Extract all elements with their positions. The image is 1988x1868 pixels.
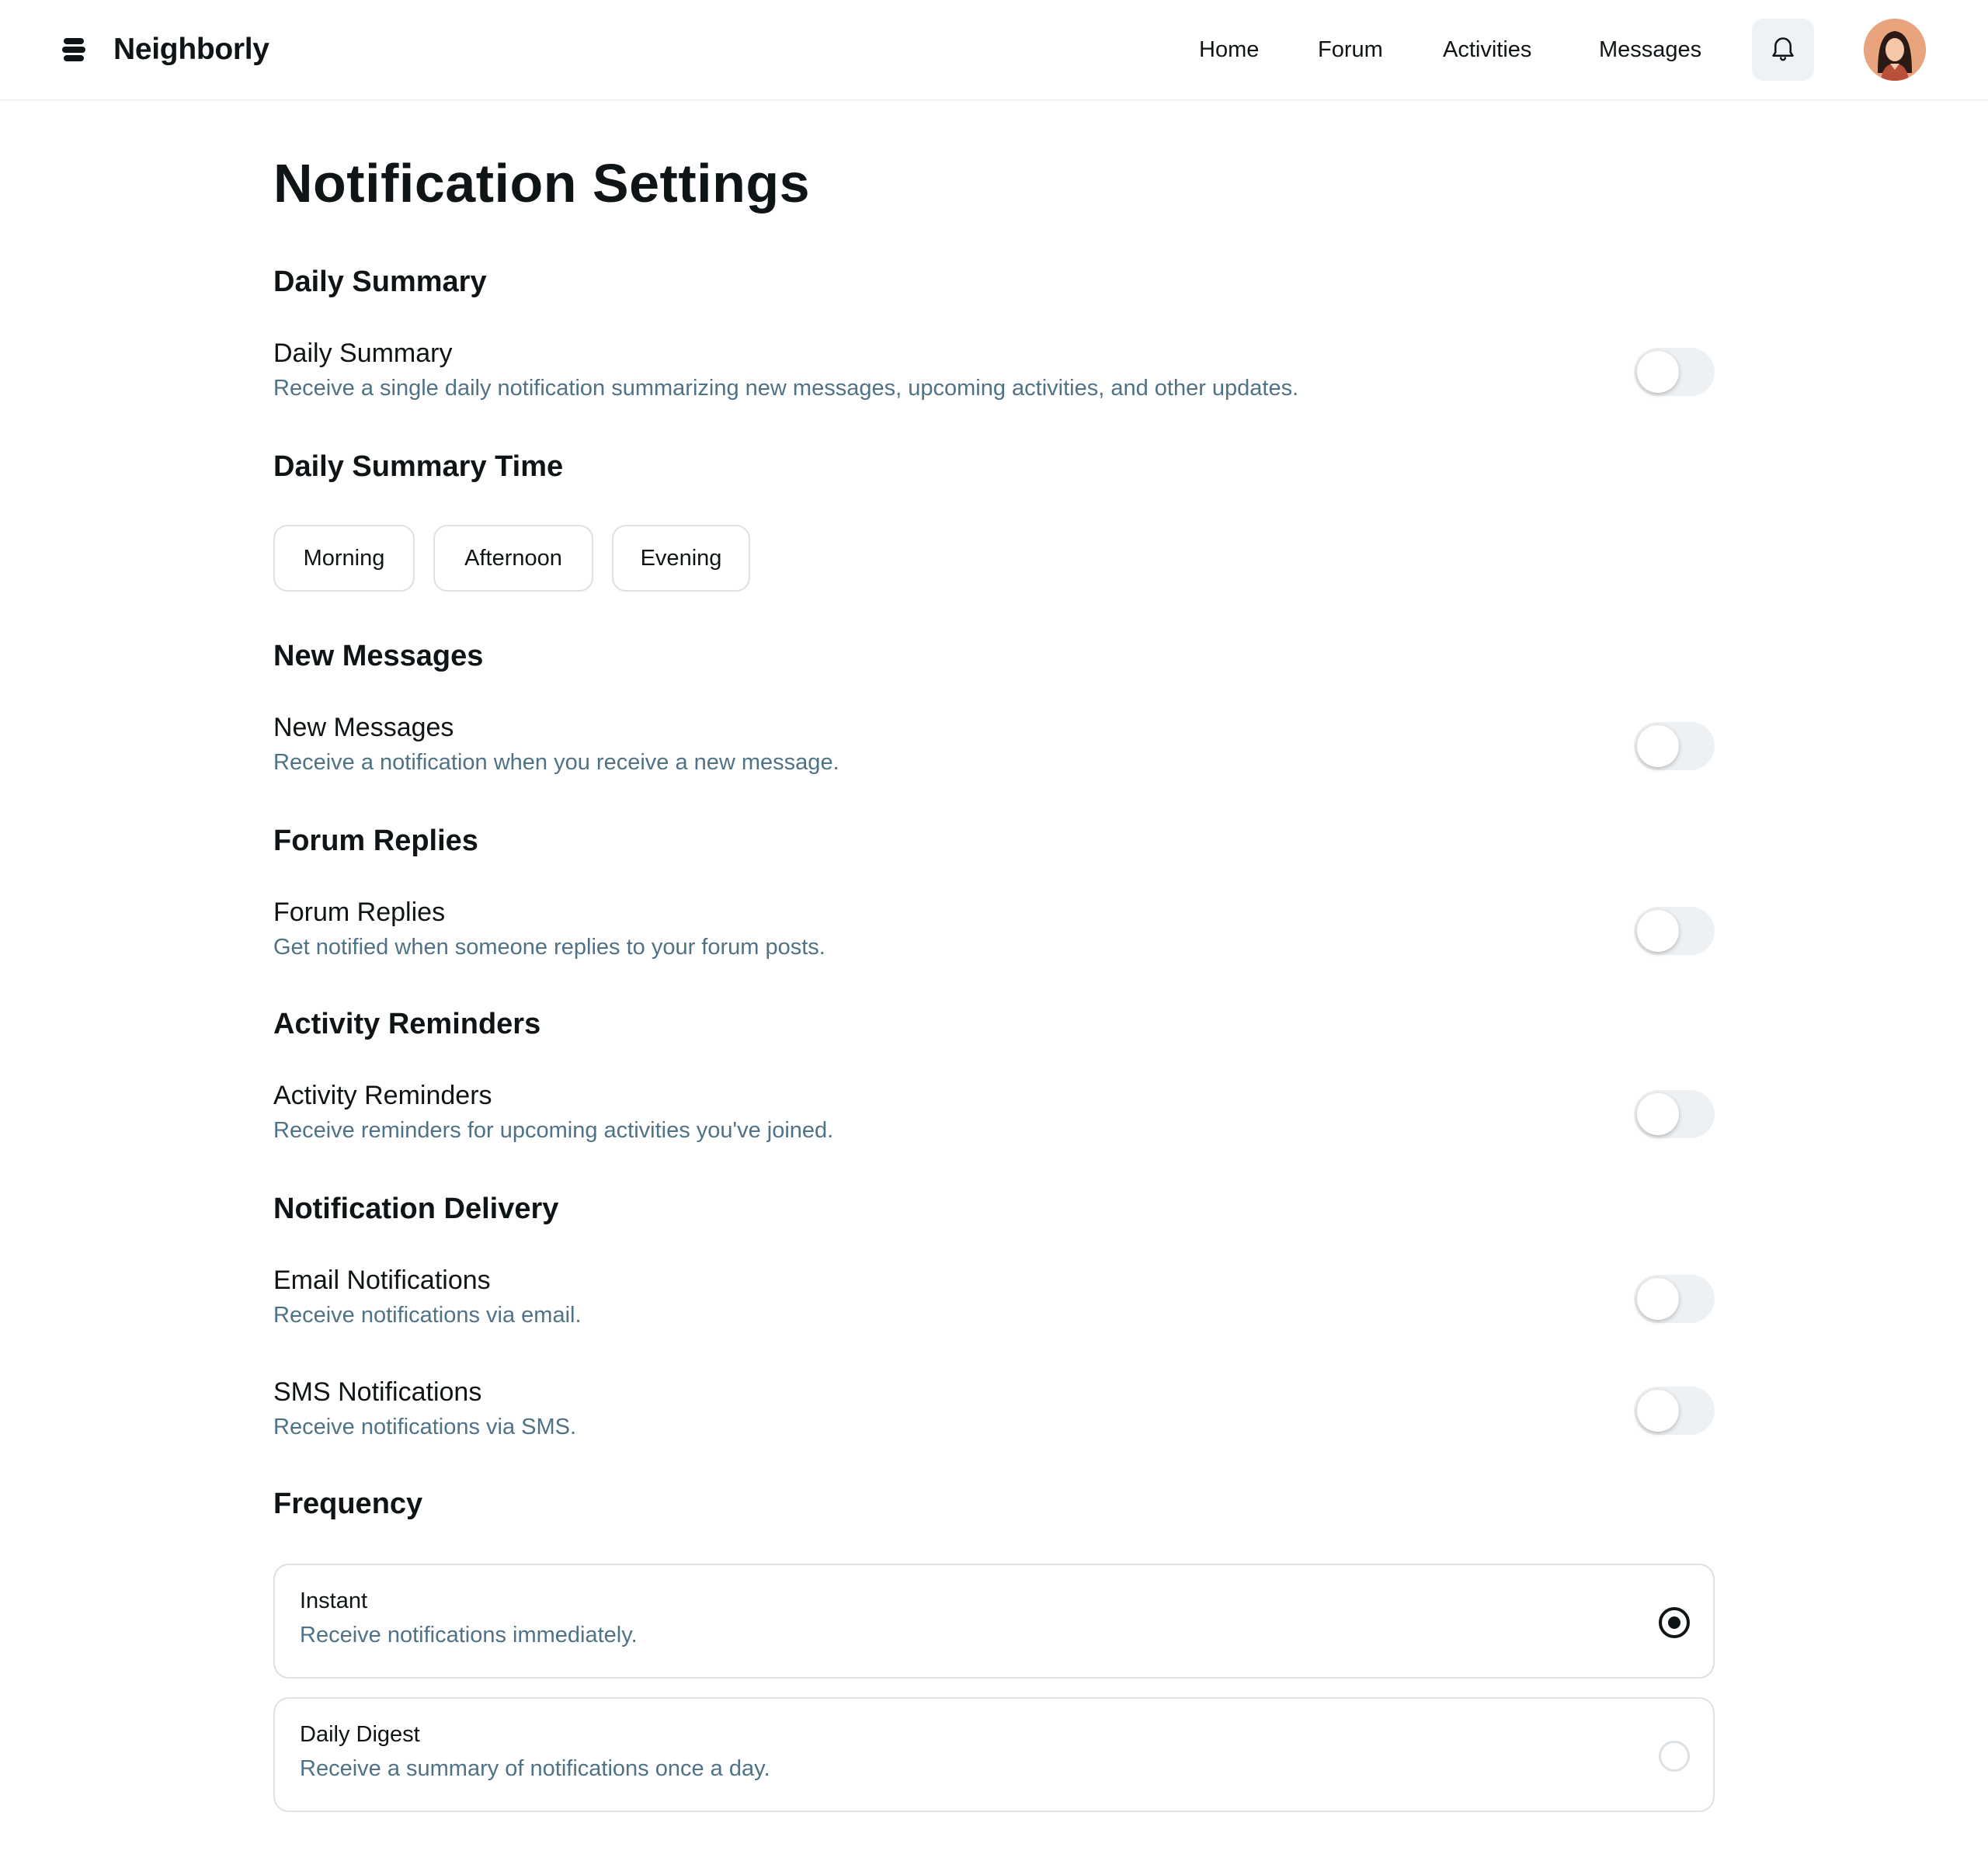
nav-forum-link[interactable]: Forum bbox=[1318, 31, 1383, 68]
user-avatar[interactable] bbox=[1864, 19, 1926, 81]
toggle-knob bbox=[1637, 1390, 1679, 1432]
toggle-knob bbox=[1637, 1093, 1679, 1135]
setting-desc-email-notifications: Receive notifications via email. bbox=[273, 1303, 582, 1328]
section-title-forum-replies: Forum Replies bbox=[273, 825, 478, 857]
frequency-option-daily-digest[interactable]: Daily Digest Receive a summary of notifi… bbox=[273, 1697, 1715, 1812]
frequency-option-label: Instant bbox=[300, 1588, 368, 1613]
daily-summary-toggle[interactable] bbox=[1634, 348, 1715, 396]
setting-desc-daily-summary: Receive a single daily notification summ… bbox=[273, 376, 1299, 401]
setting-label-activity-reminders: Activity Reminders bbox=[273, 1081, 492, 1110]
radio-dot bbox=[1668, 1616, 1680, 1629]
toggle-knob bbox=[1637, 351, 1679, 393]
nav-activities-link[interactable]: Activities bbox=[1443, 31, 1531, 68]
radio-unselected[interactable] bbox=[1659, 1741, 1690, 1772]
time-option-morning[interactable]: Morning bbox=[273, 525, 415, 592]
nav-messages-link[interactable]: Messages bbox=[1599, 31, 1701, 68]
app-name: Neighborly bbox=[113, 33, 269, 66]
activity-reminders-toggle[interactable] bbox=[1634, 1090, 1715, 1138]
setting-label-new-messages: New Messages bbox=[273, 713, 454, 742]
frequency-option-description: Receive notifications immediately. bbox=[300, 1623, 638, 1648]
notifications-button[interactable] bbox=[1752, 19, 1814, 81]
frequency-option-label: Daily Digest bbox=[300, 1722, 420, 1747]
setting-label-sms-notifications: SMS Notifications bbox=[273, 1377, 482, 1407]
section-title-notification-delivery: Notification Delivery bbox=[273, 1193, 559, 1225]
section-title-new-messages: New Messages bbox=[273, 640, 484, 672]
sms-notifications-toggle[interactable] bbox=[1634, 1387, 1715, 1435]
top-navigation-bar: Neighborly Home Forum Activities Message… bbox=[0, 0, 1988, 101]
setting-desc-sms-notifications: Receive notifications via SMS. bbox=[273, 1415, 577, 1439]
section-title-daily-summary: Daily Summary bbox=[273, 266, 487, 298]
frequency-option-instant[interactable]: Instant Receive notifications immediatel… bbox=[273, 1564, 1715, 1679]
section-title-activity-reminders: Activity Reminders bbox=[273, 1008, 541, 1040]
setting-label-daily-summary: Daily Summary bbox=[273, 339, 453, 368]
setting-desc-activity-reminders: Receive reminders for upcoming activitie… bbox=[273, 1118, 834, 1143]
bell-icon bbox=[1770, 34, 1796, 66]
logo-icon bbox=[62, 36, 85, 63]
toggle-knob bbox=[1637, 1278, 1679, 1320]
setting-label-email-notifications: Email Notifications bbox=[273, 1266, 491, 1295]
time-option-afternoon[interactable]: Afternoon bbox=[433, 525, 593, 592]
setting-desc-new-messages: Receive a notification when you receive … bbox=[273, 750, 839, 775]
toggle-knob bbox=[1637, 725, 1679, 767]
toggle-knob bbox=[1637, 910, 1679, 952]
page-title: Notification Settings bbox=[273, 153, 811, 214]
setting-label-forum-replies: Forum Replies bbox=[273, 898, 446, 927]
new-messages-toggle[interactable] bbox=[1634, 722, 1715, 770]
forum-replies-toggle[interactable] bbox=[1634, 907, 1715, 955]
nav-home-link[interactable]: Home bbox=[1199, 31, 1259, 68]
section-title-frequency: Frequency bbox=[273, 1488, 423, 1520]
radio-selected[interactable] bbox=[1659, 1607, 1690, 1638]
section-title-daily-summary-time: Daily Summary Time bbox=[273, 450, 564, 483]
brand[interactable]: Neighborly bbox=[62, 30, 269, 70]
setting-desc-forum-replies: Get notified when someone replies to you… bbox=[273, 935, 825, 960]
frequency-option-description: Receive a summary of notifications once … bbox=[300, 1756, 770, 1781]
time-option-evening[interactable]: Evening bbox=[612, 525, 750, 592]
email-notifications-toggle[interactable] bbox=[1634, 1275, 1715, 1323]
